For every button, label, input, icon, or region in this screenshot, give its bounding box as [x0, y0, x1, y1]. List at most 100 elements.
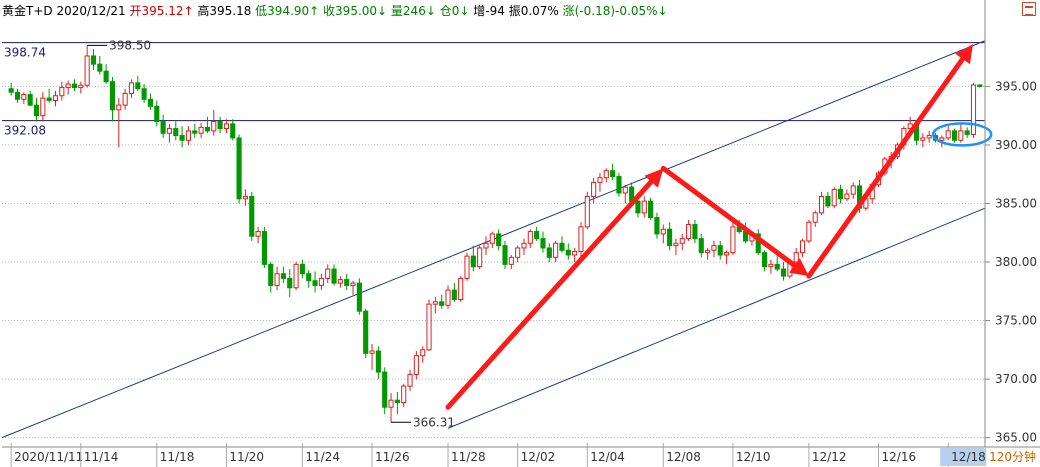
- candle-body: [521, 242, 527, 249]
- candle-body: [116, 104, 122, 111]
- candle-body: [147, 98, 154, 107]
- candle-body: [762, 252, 768, 268]
- candle-body: [40, 97, 46, 117]
- y-tick-label: 385.00: [995, 196, 1037, 210]
- candle-body: [559, 242, 565, 251]
- candle-body: [78, 84, 84, 89]
- candle-body: [825, 195, 831, 207]
- candle-body: [299, 263, 305, 275]
- candle-body: [439, 301, 445, 306]
- candle-body: [958, 130, 964, 141]
- candle-body: [920, 137, 926, 141]
- period-label[interactable]: 120分钟: [989, 448, 1036, 465]
- candle-body: [420, 349, 426, 357]
- candle-body: [705, 249, 711, 254]
- candle-body: [781, 268, 787, 277]
- candle-body: [774, 263, 780, 270]
- x-tick-label: 12/18: [951, 450, 986, 464]
- candle-body: [597, 177, 603, 183]
- candle-body: [401, 385, 407, 404]
- candle-body: [483, 242, 489, 249]
- candle-body: [71, 83, 78, 89]
- candle-body: [591, 181, 597, 197]
- candle-body: [14, 91, 21, 100]
- candle-body: [59, 87, 65, 97]
- high-line-label: 398.74: [4, 46, 46, 60]
- candle-body: [242, 195, 248, 200]
- candle-body: [185, 130, 191, 141]
- candle-body: [173, 128, 179, 137]
- candle-body: [515, 247, 521, 258]
- candle-body: [141, 88, 147, 100]
- candle-body: [635, 200, 641, 214]
- candle-body: [27, 94, 33, 106]
- candle-body: [540, 238, 546, 249]
- x-tick-label: 12/08: [666, 450, 701, 464]
- x-tick-label: 12/02: [521, 450, 556, 464]
- candle-body: [527, 231, 533, 244]
- candle-body: [502, 245, 508, 265]
- candle-body: [356, 282, 362, 312]
- x-tick-label: 11/28: [451, 450, 486, 464]
- candle-body: [21, 94, 27, 100]
- candle-body: [698, 238, 704, 254]
- candle-body: [641, 200, 647, 214]
- candle-body: [451, 289, 457, 300]
- candle-body: [394, 399, 400, 404]
- candle-body: [109, 81, 116, 111]
- candle-body: [800, 240, 806, 254]
- y-tick-label: 365.00: [995, 431, 1037, 445]
- candle-body: [711, 245, 717, 251]
- candle-body: [939, 137, 945, 141]
- candle-body: [534, 231, 540, 240]
- reference-lines: [2, 42, 985, 122]
- candle-body: [445, 289, 451, 306]
- candle-body: [33, 104, 40, 117]
- candle-body: [584, 195, 590, 228]
- y-tick-label: 395.00: [995, 79, 1037, 93]
- candle-body: [160, 121, 166, 134]
- candle-body: [496, 233, 502, 247]
- y-tick-label: 390.00: [995, 138, 1037, 152]
- candle-body: [717, 245, 723, 256]
- candle-body: [724, 252, 730, 256]
- x-axis: 2020/11/11 11/14 11/18 11/20 11/24 11/26 11/28…: [2, 443, 1040, 467]
- candle-body: [90, 55, 97, 65]
- x-tick-label: 11/24: [305, 450, 340, 464]
- x-tick-label: 11/14: [84, 450, 119, 464]
- x-tick-label: 12/04: [590, 450, 625, 464]
- candle-body: [211, 121, 217, 132]
- candle-body: [844, 193, 850, 200]
- candle-body: [382, 371, 388, 408]
- candle-body: [603, 170, 609, 179]
- candle-body: [255, 231, 261, 237]
- x-tick-label: 2020/11/11: [14, 450, 83, 464]
- candle-body: [261, 231, 267, 265]
- x-tick-label: 11/18: [160, 450, 195, 464]
- candle-body: [464, 255, 470, 279]
- x-tick-label: 11/26: [375, 450, 410, 464]
- candle-body: [179, 135, 185, 141]
- candle-body: [198, 126, 204, 134]
- candle-body: [52, 95, 59, 101]
- candle-body: [818, 195, 825, 214]
- candle-body: [432, 301, 438, 305]
- candle-body: [369, 350, 375, 354]
- candle-body: [46, 97, 52, 101]
- candle-body: [128, 82, 135, 94]
- candle-body: [616, 176, 622, 194]
- candle-body: [970, 84, 977, 135]
- candle-body: [793, 252, 799, 263]
- candle-body: [945, 130, 951, 139]
- candle-body: [667, 228, 673, 247]
- y-tick-label: 380.00: [995, 255, 1037, 269]
- candlestick-chart[interactable]: 398.74 398.50 392.08 366.31 395.00 390.00 385…: [0, 0, 1040, 467]
- candle-body: [477, 247, 483, 268]
- grid-lines: [2, 85, 985, 439]
- candle-body: [122, 92, 128, 106]
- candle-body: [470, 255, 476, 268]
- price-annotations: 398.74 398.50 392.08 366.31: [4, 38, 455, 429]
- candle-body: [964, 130, 970, 135]
- candle-body: [230, 123, 236, 139]
- candle-body: [274, 273, 280, 286]
